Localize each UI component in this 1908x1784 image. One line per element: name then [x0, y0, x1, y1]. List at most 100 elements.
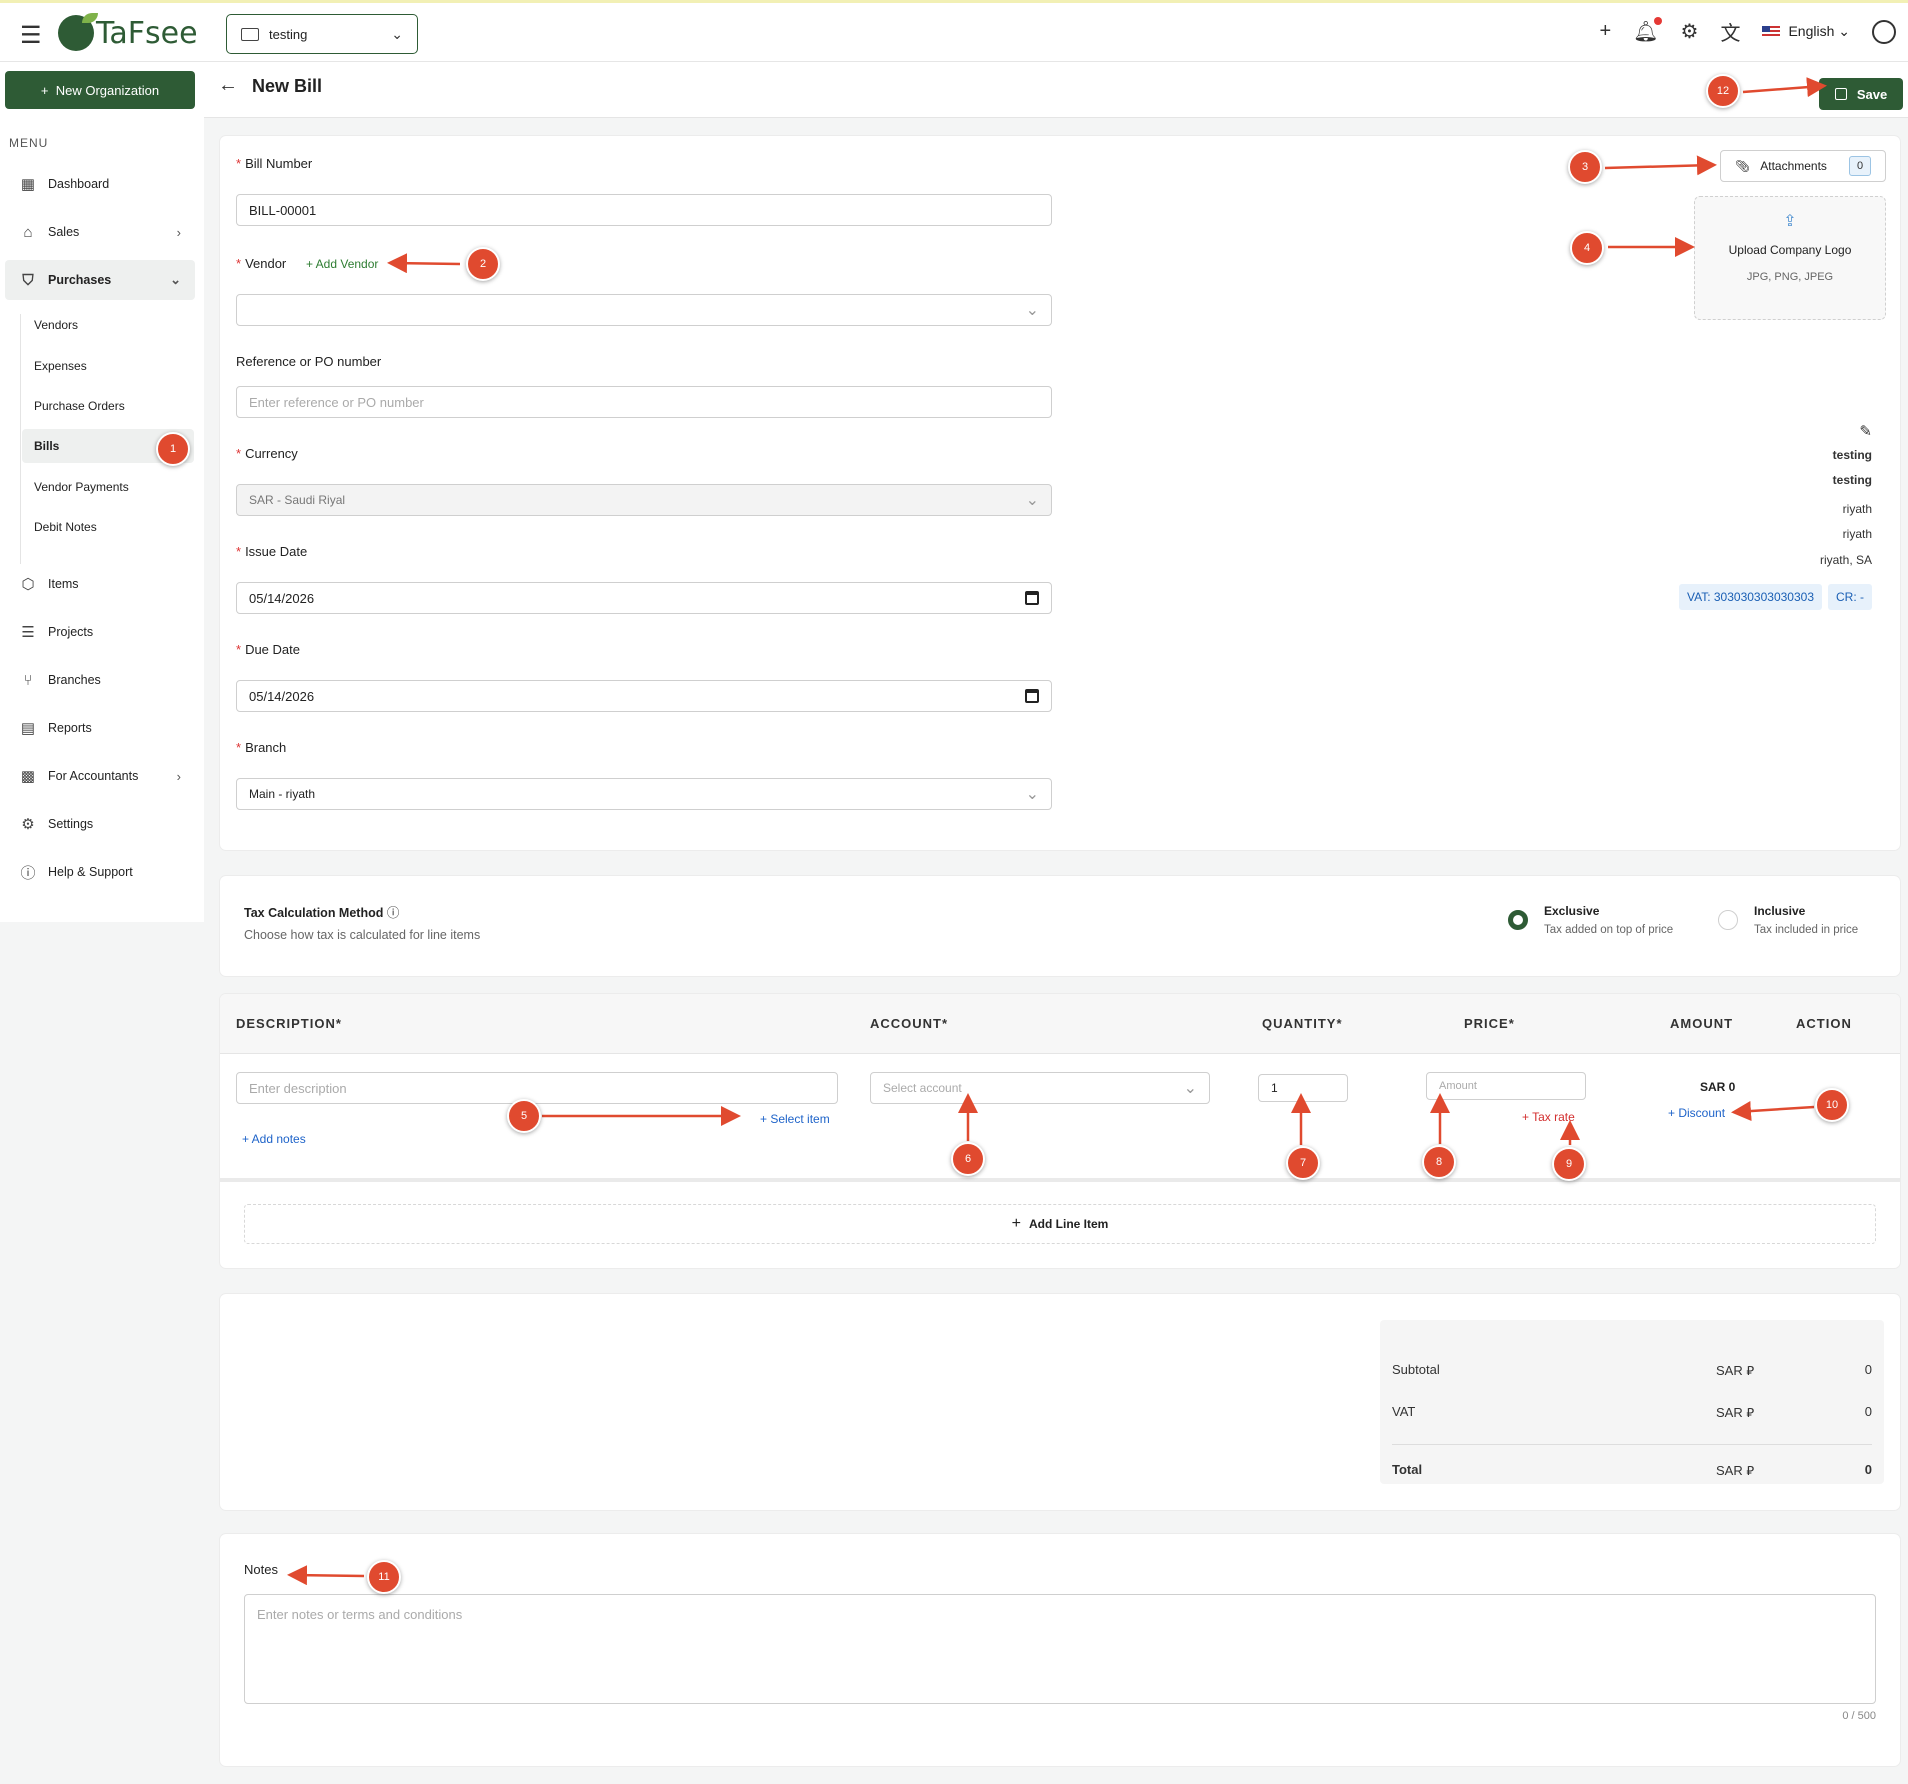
add-vendor-link[interactable]: + Add Vendor	[306, 257, 378, 271]
sidebar-subitem-vendor-payments[interactable]: Vendor Payments	[22, 470, 194, 504]
address-line: riyath	[1842, 502, 1872, 516]
sidebar-item-for-accountants[interactable]: ▩ For Accountants ›	[5, 756, 195, 796]
select-item-link[interactable]: + Select item	[760, 1112, 830, 1126]
box-icon: ⬡	[21, 576, 35, 593]
submenu-line	[20, 314, 21, 564]
annotation-badge-8: 8	[1422, 1145, 1456, 1179]
sidebar-item-sales[interactable]: ⌂ Sales ›	[5, 212, 195, 252]
reference-input[interactable]: Enter reference or PO number	[236, 386, 1052, 418]
currency-select[interactable]: SAR - Saudi Riyal ⌄	[236, 484, 1052, 516]
discount-link[interactable]: + Discount	[1668, 1106, 1725, 1120]
sidebar-item-dashboard[interactable]: ▦ Dashboard	[5, 164, 195, 204]
address-line: riyath, SA	[1819, 553, 1872, 567]
bell-icon[interactable]: 🔔︎	[1633, 17, 1662, 44]
notification-dot	[1653, 17, 1662, 25]
user-avatar-icon[interactable]	[1872, 19, 1896, 44]
col-price: PRICE*	[1464, 1016, 1515, 1031]
annotation-badge-1: 1	[156, 432, 190, 466]
sidebar-subitem-purchase-orders[interactable]: Purchase Orders	[22, 389, 194, 423]
price-input[interactable]: Amount	[1426, 1072, 1586, 1100]
plus-icon: +	[1011, 1215, 1021, 1232]
subtotal-currency: SAR ⃁	[1716, 1363, 1755, 1378]
add-line-item-button[interactable]: + Add Line Item	[244, 1204, 1876, 1244]
vat-badge: VAT: 303030303030303	[1678, 584, 1822, 610]
new-organization-button[interactable]: + New Organization	[5, 71, 195, 109]
notes-char-count: 0 / 500	[1842, 1710, 1876, 1722]
add-notes-link[interactable]: + Add notes	[242, 1132, 306, 1146]
sidebar-item-items[interactable]: ⬡ Items	[5, 564, 195, 604]
page-header: ← New Bill Save	[204, 62, 1908, 118]
notes-card: Notes Enter notes or terms and condition…	[220, 1534, 1900, 1766]
language-label: English	[1788, 23, 1835, 39]
gear-icon: ⚙	[21, 816, 35, 833]
line-amount: SAR 0	[1700, 1080, 1736, 1094]
upload-logo-box[interactable]: ⇪ Upload Company Logo JPG, PNG, JPEG	[1694, 196, 1886, 320]
language-select[interactable]: English ⌄	[1762, 23, 1850, 40]
sidebar-subitem-debit-notes[interactable]: Debit Notes	[22, 510, 194, 544]
attachments-button[interactable]: 📎︎ Attachments 0	[1720, 150, 1886, 182]
annotation-badge-5: 5	[507, 1099, 541, 1133]
shopping-bag-icon: ⛉	[22, 271, 34, 289]
calculator-icon: ▩	[20, 768, 36, 785]
logo[interactable]: TaFsee	[58, 13, 198, 51]
organization-name: testing	[269, 26, 308, 42]
sidebar-item-branches[interactable]: ⑂ Branches	[5, 660, 195, 700]
chevron-down-icon: ⌄	[170, 272, 181, 287]
organization-select[interactable]: testing ⌄	[226, 14, 418, 54]
tax-rate-link[interactable]: + Tax rate	[1522, 1110, 1575, 1124]
sidebar: + New Organization MENU ▦ Dashboard ⌂ Sale…	[0, 62, 204, 922]
chevron-right-icon: ›	[176, 768, 181, 784]
subtotal-value: 0	[1864, 1362, 1872, 1377]
inclusive-radio[interactable]	[1718, 910, 1738, 930]
bill-number-input[interactable]: BILL-00001	[236, 194, 1052, 226]
chevron-down-icon: ⌄	[391, 25, 403, 42]
sidebar-item-settings[interactable]: ⚙ Settings	[5, 804, 195, 844]
save-icon	[1834, 88, 1847, 100]
folder-icon	[241, 27, 259, 41]
attachments-count: 0	[1849, 156, 1871, 176]
vendor-select[interactable]: ⌄	[236, 294, 1052, 326]
sidebar-item-help-support[interactable]: ⓘ Help & Support	[5, 852, 195, 892]
top-bar: ☰ TaFsee testing ⌄ + 🔔︎ ⚙ 文 English ⌄	[0, 0, 1908, 62]
exclusive-title: Exclusive	[1544, 904, 1600, 918]
account-select[interactable]: Select account ⌄	[870, 1072, 1210, 1104]
sidebar-item-purchases[interactable]: ⛉ Purchases ⌄	[5, 260, 195, 300]
gear-icon[interactable]: ⚙	[1681, 19, 1699, 44]
translate-icon[interactable]: 文	[1720, 17, 1740, 46]
edit-pencil-icon[interactable]: ✎	[1859, 422, 1872, 440]
calendar-icon[interactable]	[1025, 591, 1039, 605]
chevron-right-icon: ›	[176, 224, 181, 240]
sidebar-item-reports[interactable]: ▤ Reports	[5, 708, 195, 748]
hamburger-menu-icon[interactable]: ☰	[20, 21, 42, 50]
sidebar-subitem-expenses[interactable]: Expenses	[22, 349, 194, 383]
upload-title: Upload Company Logo	[1728, 243, 1852, 257]
calendar-icon[interactable]	[1025, 689, 1039, 703]
due-date-label: * Due Date	[236, 642, 300, 657]
plus-icon[interactable]: +	[1599, 20, 1611, 43]
description-input[interactable]: Enter description	[236, 1072, 838, 1104]
us-flag-icon	[1762, 26, 1781, 39]
back-arrow-icon[interactable]: ←	[218, 74, 238, 97]
brand-name: TaFsee	[96, 15, 198, 51]
annotation-badge-6: 6	[951, 1142, 985, 1176]
upload-formats: JPG, PNG, JPEG	[1746, 271, 1834, 283]
notes-textarea[interactable]: Enter notes or terms and conditions	[244, 1594, 1876, 1704]
save-button[interactable]: Save	[1819, 78, 1903, 110]
cr-badge: CR: -	[1828, 584, 1872, 610]
report-icon: ▤	[20, 720, 36, 737]
quantity-input[interactable]: 1	[1258, 1074, 1348, 1102]
chevron-down-icon: ⌄	[1025, 302, 1039, 319]
total-value: 0	[1864, 1462, 1872, 1477]
upload-icon: ⇪	[1783, 213, 1797, 230]
issue-date-input[interactable]: 05/14/2026	[236, 582, 1052, 614]
annotation-badge-3: 3	[1568, 150, 1602, 184]
branch-label: * Branch	[236, 740, 287, 755]
sidebar-item-projects[interactable]: ☰ Projects	[5, 612, 195, 652]
branch-select[interactable]: Main - riyath ⌄	[236, 778, 1052, 810]
sidebar-subitem-vendors[interactable]: Vendors	[22, 308, 194, 342]
paperclip-icon: 📎︎	[1735, 159, 1751, 173]
exclusive-radio[interactable]	[1508, 910, 1528, 930]
due-date-input[interactable]: 05/14/2026	[236, 680, 1052, 712]
total-currency: SAR ⃁	[1716, 1463, 1755, 1478]
logo-mark	[58, 13, 98, 51]
